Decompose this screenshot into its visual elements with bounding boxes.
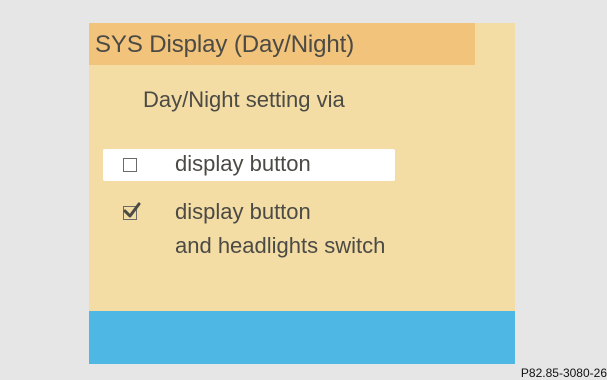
settings-subtitle: Day/Night setting via (143, 87, 345, 112)
footer-bar (89, 311, 515, 364)
option-label: display button (175, 151, 311, 176)
checkmark-icon (123, 202, 141, 218)
option-display-button[interactable]: display button (103, 149, 463, 181)
option-label-line-1: display button (175, 199, 311, 224)
display-settings-panel: SYS Display (Day/Night) Day/Night settin… (89, 23, 515, 364)
option-label-line-2: and headlights switch (175, 233, 386, 258)
page-title: SYS Display (Day/Night) (95, 31, 355, 58)
figure-caption: P82.85-3080-26 (520, 366, 607, 380)
checkbox-checked-icon[interactable] (123, 202, 141, 220)
checkbox-empty-icon[interactable] (123, 158, 137, 172)
title-bar: SYS Display (Day/Night) (89, 23, 475, 65)
option-display-button-and-headlights[interactable]: display button and headlights switch (103, 197, 463, 273)
